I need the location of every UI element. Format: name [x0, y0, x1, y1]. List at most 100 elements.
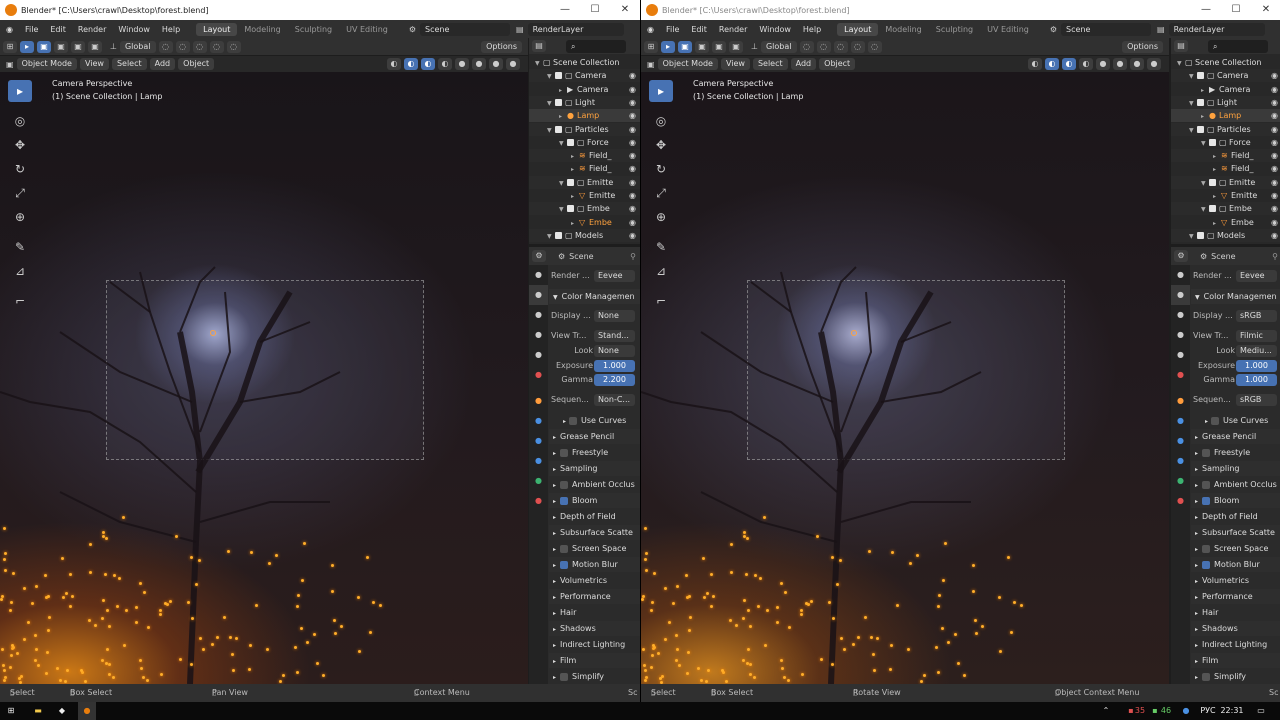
workspace-tab-layout[interactable]: Layout: [196, 22, 238, 36]
viewport-menu-view[interactable]: View: [720, 58, 750, 70]
menu-help[interactable]: Help: [797, 25, 827, 34]
visibility-eye-icon[interactable]: ◉: [1271, 149, 1278, 162]
render-panel-header[interactable]: ▸ Volumetrics: [1191, 573, 1280, 588]
expand-arrow-icon[interactable]: ▼: [547, 70, 555, 82]
panel-collapse-icon[interactable]: ▸: [553, 626, 556, 633]
snap-icon[interactable]: ◌: [816, 40, 831, 53]
modifier-tab-icon[interactable]: ●: [529, 411, 548, 431]
color-management-value[interactable]: sRGB: [1236, 310, 1277, 322]
outliner-item[interactable]: ▸ ≋ Field_ ◉: [1171, 149, 1280, 163]
color-management-value[interactable]: 1.000: [1236, 374, 1277, 386]
render-panel-header[interactable]: ▸ Subsurface Scatte: [549, 525, 640, 540]
options-dropdown[interactable]: Options: [481, 40, 522, 53]
panel-collapse-icon[interactable]: ▸: [1205, 418, 1208, 425]
selection-mode-icon[interactable]: ▣: [729, 40, 743, 53]
expand-arrow-icon[interactable]: ▸: [1213, 163, 1221, 175]
panel-collapse-icon[interactable]: ▸: [1195, 562, 1198, 569]
annotate-tool-icon[interactable]: ✎: [649, 236, 673, 258]
cursor-tool-icon[interactable]: ◎: [649, 110, 673, 132]
selection-mode-icon[interactable]: ▣: [88, 40, 102, 53]
visibility-eye-icon[interactable]: ◉: [1271, 69, 1278, 82]
expand-arrow-icon[interactable]: ▸: [1201, 110, 1209, 122]
view-layer-selector[interactable]: RenderLayer: [527, 22, 624, 36]
viewport-menu-select[interactable]: Select: [111, 58, 147, 70]
color-management-value[interactable]: Mediu...: [1236, 345, 1277, 357]
panel-enable-checkbox[interactable]: [1202, 480, 1211, 489]
panel-collapse-icon[interactable]: ▸: [1195, 642, 1198, 649]
panel-collapse-icon[interactable]: ▸: [553, 642, 556, 649]
panel-collapse-icon[interactable]: ▸: [1195, 434, 1198, 441]
visibility-eye-icon[interactable]: ◉: [629, 189, 636, 202]
outliner-editor-icon[interactable]: ▤: [1174, 40, 1188, 52]
color-management-value[interactable]: None: [594, 345, 635, 357]
properties-editor-icon[interactable]: ⚙: [1174, 250, 1188, 262]
expand-arrow-icon[interactable]: ▸: [559, 84, 567, 96]
editor-type-icon[interactable]: ⊞: [644, 40, 658, 53]
notifications-icon[interactable]: ▭: [1254, 702, 1268, 720]
render-panel-header[interactable]: ▸ Bloom: [549, 493, 640, 508]
workspace-tab-sculpting[interactable]: Sculpting: [929, 23, 980, 36]
output-tab-icon[interactable]: ●: [529, 305, 548, 325]
transform-orientation-dropdown[interactable]: Global: [119, 40, 156, 53]
network-icon[interactable]: ●: [1180, 702, 1192, 720]
pin-icon[interactable]: ⚲: [1272, 252, 1278, 261]
panel-collapse-icon[interactable]: ▸: [1195, 514, 1198, 521]
file-explorer-icon[interactable]: ▬: [30, 702, 46, 720]
menu-file[interactable]: File: [19, 25, 44, 34]
expand-arrow-icon[interactable]: ▼: [1189, 70, 1197, 82]
scene-selector[interactable]: Scene: [420, 22, 511, 36]
panel-collapse-icon[interactable]: ▸: [1195, 450, 1198, 457]
menu-edit[interactable]: Edit: [685, 25, 713, 34]
color-management-value[interactable]: Non-C...: [594, 394, 635, 406]
workspace-tab-modeling[interactable]: Modeling: [878, 23, 928, 36]
visibility-eye-icon[interactable]: ◉: [1271, 216, 1278, 229]
output-tab-icon[interactable]: ●: [1171, 305, 1190, 325]
render-panel-header[interactable]: ▸ Depth of Field: [549, 509, 640, 524]
3d-viewport[interactable]: Camera Perspective (1) Scene Collection |…: [641, 72, 1169, 684]
outliner-search-input[interactable]: ⌕: [566, 39, 626, 53]
use-curves-subpanel[interactable]: ▸ Use Curves: [549, 413, 640, 428]
visibility-eye-icon[interactable]: ◉: [629, 109, 636, 122]
color-management-value[interactable]: 2.200: [594, 374, 635, 386]
menu-window[interactable]: Window: [753, 25, 797, 34]
outliner-item[interactable]: ▼ ▢ Emitte ◉: [1171, 175, 1280, 189]
expand-arrow-icon[interactable]: ▼: [547, 230, 555, 242]
outliner-item[interactable]: ▼ ▢ Embe ◉: [529, 202, 640, 216]
use-curves-checkbox[interactable]: [1211, 416, 1220, 425]
properties-editor-icon[interactable]: ⚙: [532, 250, 546, 262]
world-tab-icon[interactable]: ●: [529, 365, 548, 385]
render-panel-header[interactable]: ▸ Subsurface Scatte: [1191, 525, 1280, 540]
snap-target-icon[interactable]: ◌: [192, 40, 207, 53]
blender-menu-icon[interactable]: ◉: [0, 25, 19, 34]
selection-mode-icon[interactable]: ▣: [678, 40, 692, 53]
view-layer-tab-icon[interactable]: ●: [1171, 325, 1190, 345]
visibility-eye-icon[interactable]: ◉: [629, 69, 636, 82]
minimize-button[interactable]: —: [550, 0, 580, 20]
overlay-icon[interactable]: ◐: [1062, 58, 1076, 70]
outliner-item[interactable]: ▼ ▢ Force ◉: [1171, 136, 1280, 149]
color-management-value[interactable]: Filmic: [1236, 330, 1277, 342]
outliner-item[interactable]: ▸ ● Lamp ◉: [1171, 109, 1280, 123]
outliner-item[interactable]: ▼ ▢ Camera ◉: [529, 69, 640, 83]
gizmo-icon[interactable]: ◐: [1045, 58, 1059, 70]
render-tab-icon[interactable]: ●: [529, 285, 548, 305]
panel-collapse-icon[interactable]: ▸: [1195, 578, 1198, 585]
color-management-value[interactable]: 1.000: [1236, 360, 1277, 372]
panel-enable-checkbox[interactable]: [1202, 496, 1211, 505]
visibility-icon[interactable]: ◐: [1028, 58, 1042, 70]
collection-checkbox[interactable]: [567, 205, 574, 213]
collection-checkbox[interactable]: [1197, 98, 1204, 106]
render-panel-header[interactable]: ▸ Simplify: [1191, 669, 1280, 684]
render-panel-header[interactable]: ▸ Ambient Occlus: [549, 477, 640, 492]
outliner-item[interactable]: ▼ ▢ Light ◉: [1171, 95, 1280, 109]
expand-arrow-icon[interactable]: ▸: [1213, 190, 1221, 202]
visibility-eye-icon[interactable]: ◉: [629, 149, 636, 162]
panel-collapse-icon[interactable]: ▸: [553, 450, 556, 457]
rotate-tool-icon[interactable]: ↻: [8, 158, 32, 180]
panel-collapse-icon[interactable]: ▸: [1195, 530, 1198, 537]
expand-arrow-icon[interactable]: ▼: [559, 203, 567, 215]
visibility-eye-icon[interactable]: ◉: [629, 176, 636, 189]
outliner-item[interactable]: ▼ ▢ Camera ◉: [1171, 69, 1280, 83]
expand-arrow-icon[interactable]: ▼: [1201, 137, 1209, 149]
render-panel-header[interactable]: ▸ Hair: [549, 605, 640, 620]
